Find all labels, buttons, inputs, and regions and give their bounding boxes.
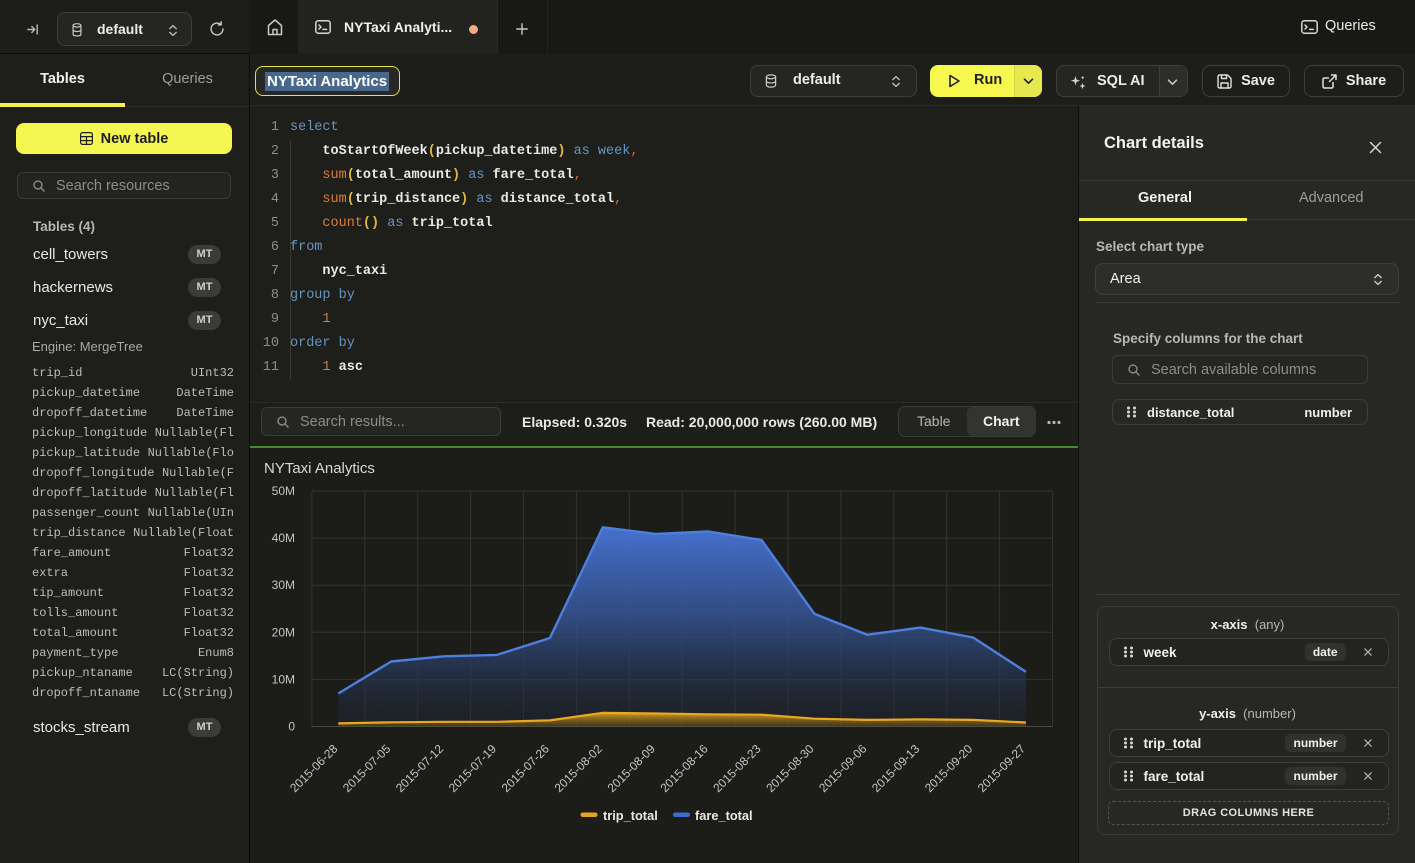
svg-text:fare_total: fare_total [695,808,753,823]
svg-text:2015-07-12: 2015-07-12 [393,741,447,795]
svg-text:2015-08-30: 2015-08-30 [763,741,817,795]
svg-text:NYTaxi Analytics: NYTaxi Analytics [264,460,375,477]
svg-text:2015-09-27: 2015-09-27 [975,741,1029,795]
svg-text:40M: 40M [272,531,295,545]
svg-text:2015-07-26: 2015-07-26 [499,741,553,795]
svg-text:2015-08-02: 2015-08-02 [552,741,606,795]
svg-text:0: 0 [288,720,295,734]
svg-text:2015-08-23: 2015-08-23 [710,741,764,795]
svg-text:2015-09-13: 2015-09-13 [869,741,923,795]
svg-text:2015-09-20: 2015-09-20 [922,741,976,795]
svg-text:30M: 30M [272,578,295,592]
svg-text:2015-09-06: 2015-09-06 [816,741,870,795]
svg-text:50M: 50M [272,484,295,498]
svg-text:2015-08-09: 2015-08-09 [605,741,659,795]
svg-text:10M: 10M [272,672,295,686]
svg-text:20M: 20M [272,625,295,639]
svg-text:2015-07-05: 2015-07-05 [340,741,394,795]
svg-text:2015-06-28: 2015-06-28 [287,741,341,795]
svg-text:2015-08-16: 2015-08-16 [657,741,711,795]
svg-text:2015-07-19: 2015-07-19 [446,741,500,795]
svg-text:trip_total: trip_total [603,808,658,823]
